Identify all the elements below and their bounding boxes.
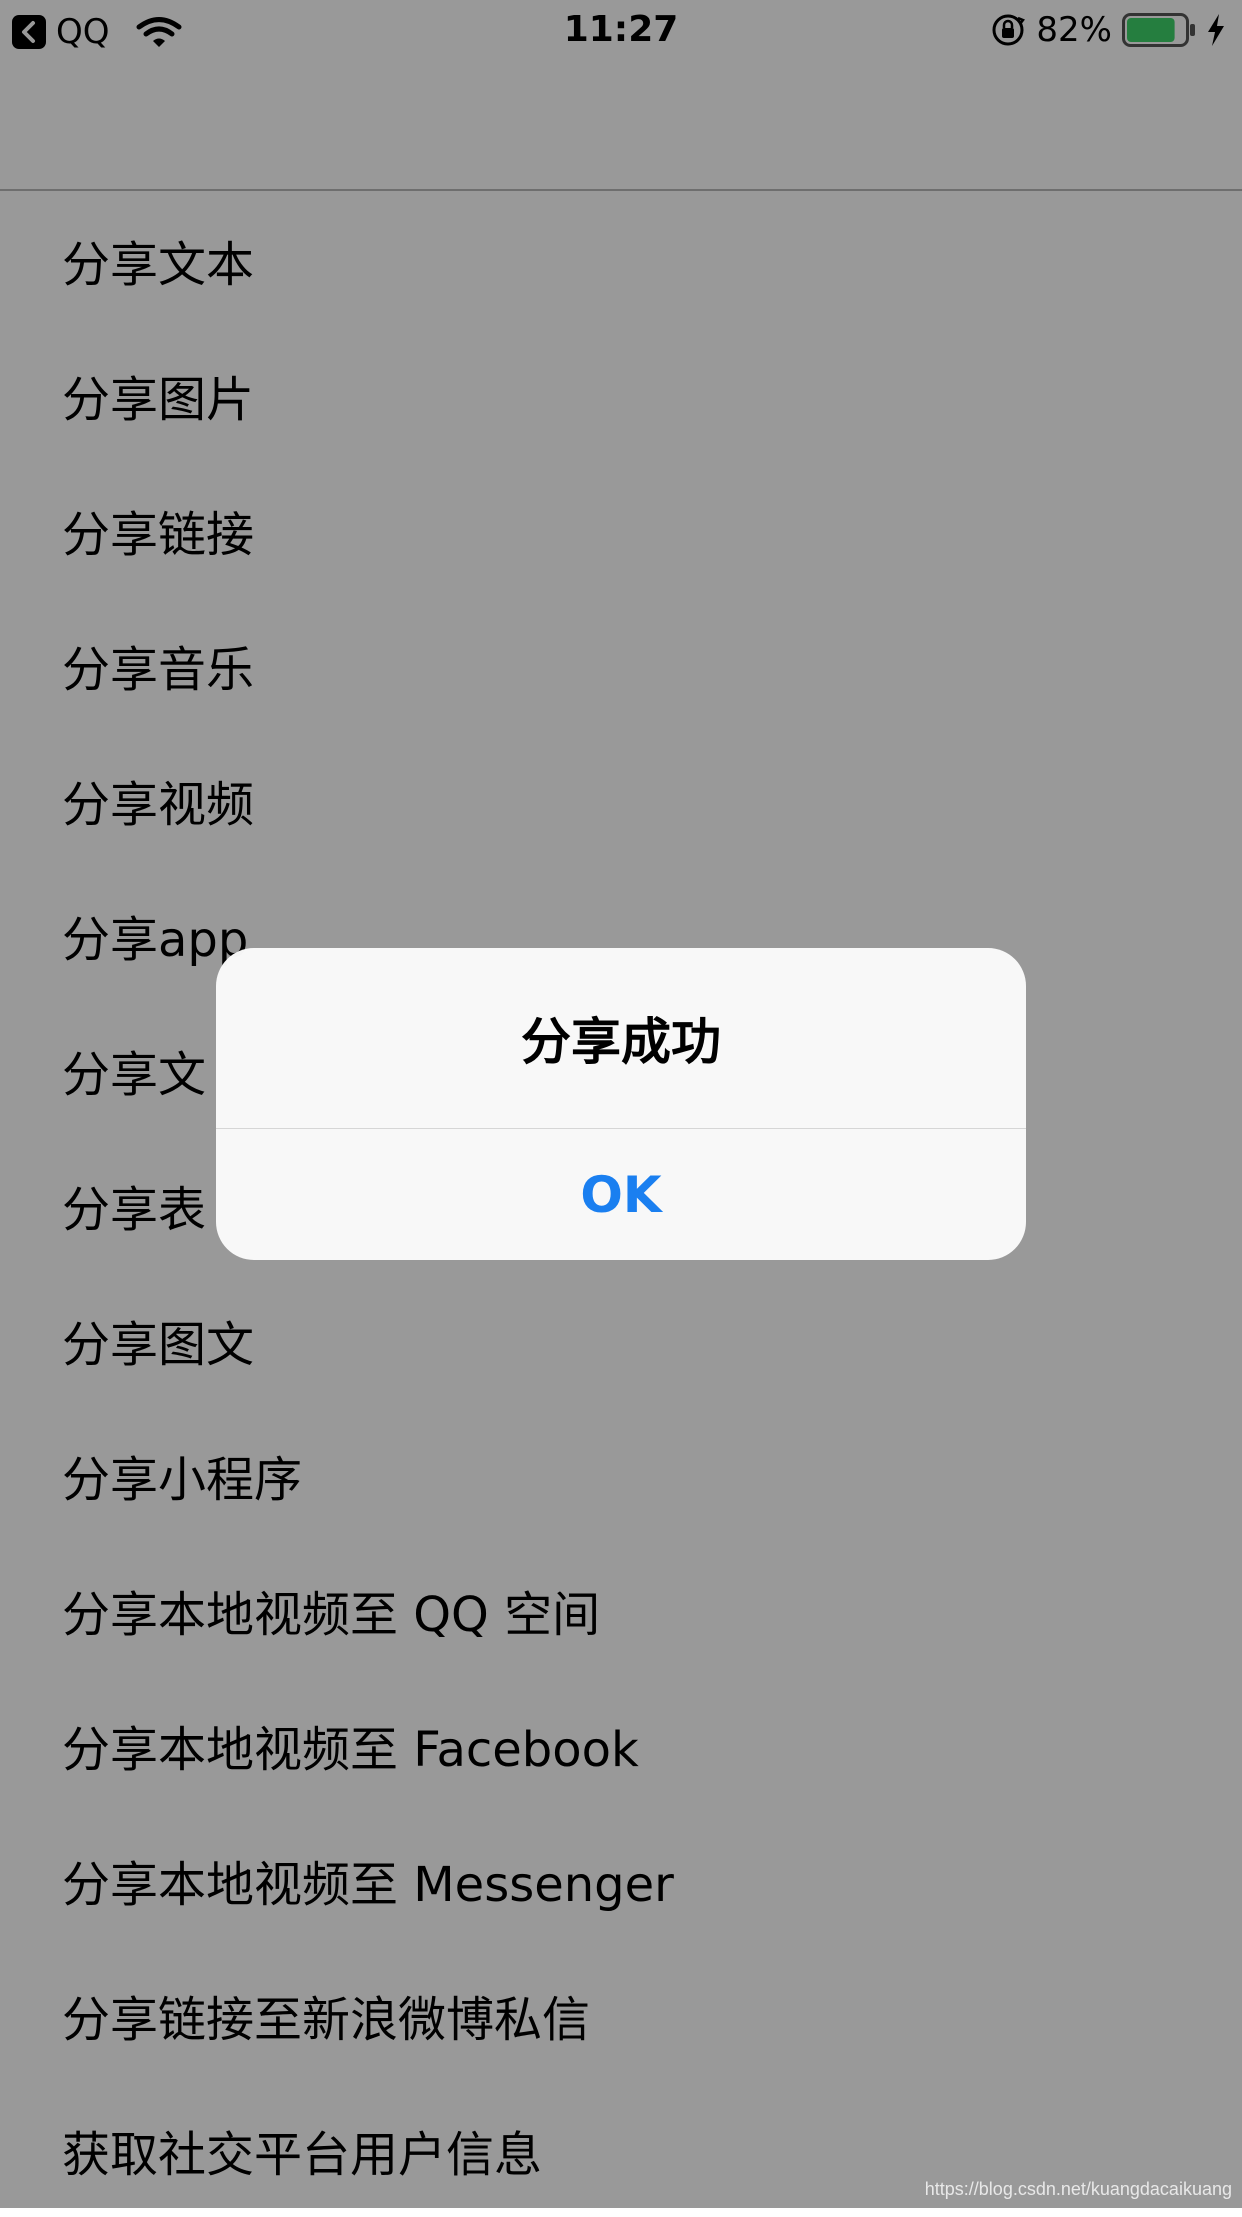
ok-button[interactable]: OK (216, 1129, 1026, 1260)
watermark: https://blog.csdn.net/kuangdacaikuang (924, 2179, 1232, 2199)
alert-title: 分享成功 (521, 1013, 721, 1071)
alert-dialog: 分享成功 OK (216, 948, 1026, 1260)
